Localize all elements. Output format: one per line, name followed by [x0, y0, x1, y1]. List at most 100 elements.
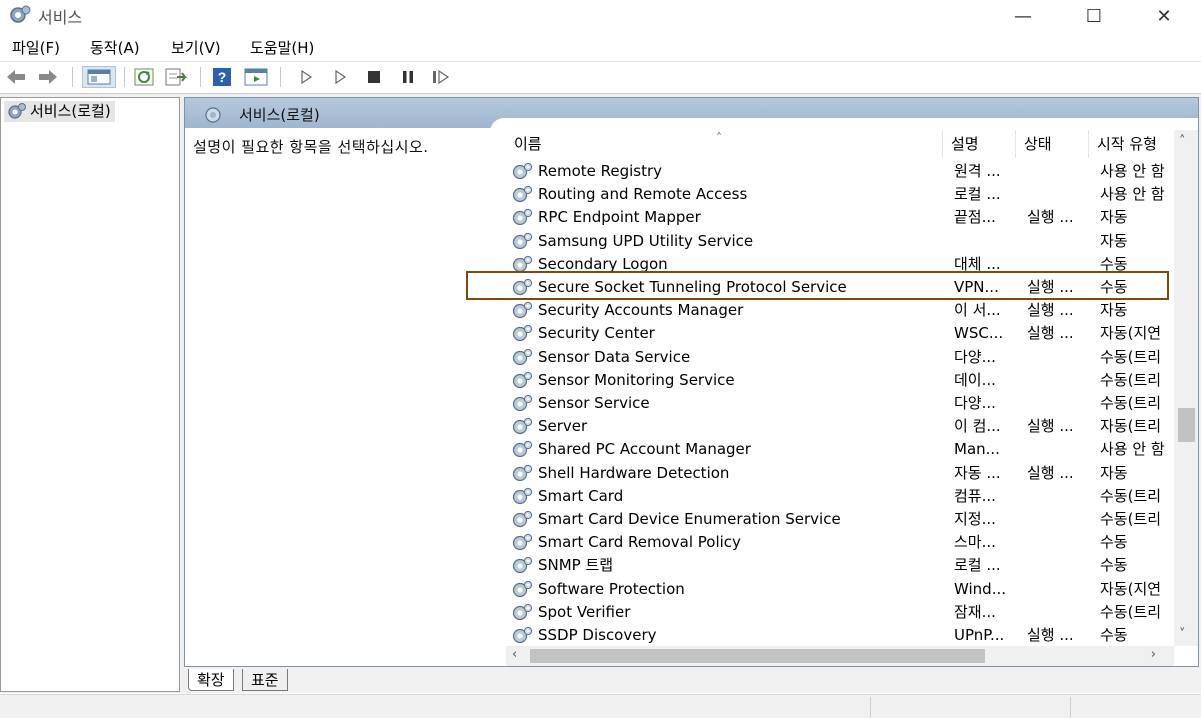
properties-icon[interactable] [244, 66, 268, 88]
service-startup-type: 자동(트리 [1100, 417, 1162, 436]
service-name: Software Protection [538, 579, 685, 598]
restart-service-icon[interactable] [430, 66, 454, 88]
horizontal-scrollbar[interactable]: ‹ › [506, 646, 1174, 666]
column-startup-type[interactable]: 시작 유형 [1089, 130, 1179, 158]
service-startup-type: 수동 [1100, 278, 1128, 296]
table-row[interactable]: Smart Card Removal Policy 스마... 수동 [506, 531, 1174, 554]
minimize-button[interactable]: — [1000, 0, 1046, 32]
close-button[interactable]: ✕ [1141, 0, 1187, 32]
service-description: 잠재... [954, 602, 996, 621]
service-startup-type: 수동 [1100, 556, 1128, 575]
services-gear-icon [8, 4, 32, 30]
scroll-left-icon[interactable]: ‹ [512, 647, 517, 662]
service-gear-icon [510, 463, 534, 485]
service-name: SSDP Discovery [538, 626, 657, 644]
table-row[interactable]: Security Center WSC... 실행 ... 자동(지연 [506, 322, 1174, 345]
service-startup-type: 수동(트리 [1100, 486, 1162, 505]
services-gear-icon [6, 102, 28, 126]
table-row[interactable]: Secondary Logon 대체 ... 수동 [506, 253, 1174, 276]
service-rows: Remote Registry 원격 ... 사용 안 함 Routing and R… [506, 160, 1174, 648]
table-row[interactable]: Routing and Remote Access 로컬 ... 사용 안 함 [506, 183, 1174, 206]
table-row[interactable]: Shell Hardware Detection 자동 ... 실행 ... 자동 [506, 462, 1174, 485]
table-row[interactable]: Spot Verifier 잠재... 수동(트리 [506, 601, 1174, 624]
service-description: 자동 ... [954, 463, 1001, 482]
menu-help[interactable]: 도움말(H) [250, 37, 314, 58]
close-icon: ✕ [1156, 5, 1172, 27]
table-row[interactable]: Server 이 컴... 실행 ... 자동(트리 [506, 415, 1174, 438]
service-name: Remote Registry [538, 162, 663, 180]
panel-header-label: 서비스(로컬) [239, 106, 320, 124]
horizontal-scroll-thumb[interactable] [530, 649, 985, 663]
service-startup-type: 자동(지연 [1100, 324, 1162, 343]
service-startup-type: 자동 [1100, 231, 1128, 250]
service-name: Smart Card [538, 486, 624, 505]
service-description: 로컬 ... [954, 556, 1001, 575]
service-startup-type: 사용 안 함 [1100, 162, 1165, 180]
table-row[interactable]: Sensor Monitoring Service 데이... 수동(트리 [506, 369, 1174, 392]
table-row[interactable]: Sensor Data Service 다양... 수동(트리 [506, 346, 1174, 369]
service-startup-type: 수동(트리 [1100, 510, 1162, 528]
tree-item-services-local[interactable]: 서비스(로컬) [4, 101, 115, 122]
table-row[interactable]: Samsung UPD Utility Service 자동 [506, 230, 1174, 253]
tree-item-label: 서비스(로컬) [30, 102, 111, 120]
service-gear-icon [510, 231, 534, 253]
back-arrow-icon[interactable] [4, 66, 28, 88]
service-name: Secure Socket Tunneling Protocol Service [538, 278, 847, 296]
maximize-button[interactable]: ☐ [1071, 0, 1117, 32]
window-title: 서비스 [38, 8, 83, 27]
service-startup-type: 사용 안 함 [1100, 440, 1165, 459]
table-row[interactable]: Smart Card 컴퓨... 수동(트리 [506, 485, 1174, 508]
tab-extended[interactable]: 확장 [188, 669, 234, 691]
table-row[interactable]: Sensor Service 다양... 수동(트리 [506, 392, 1174, 415]
service-gear-icon [510, 161, 534, 183]
view-tabs: 확장 표준 [184, 667, 484, 693]
service-status: 실행 ... [1027, 324, 1074, 343]
service-description: Man... [954, 440, 1000, 459]
menu-view[interactable]: 보기(V) [171, 37, 221, 58]
refresh-icon[interactable] [132, 66, 156, 88]
toolbar: ? [0, 61, 1201, 92]
column-status[interactable]: 상태 [1016, 130, 1089, 158]
service-startup-type: 수동(트리 [1100, 370, 1162, 389]
menu-action[interactable]: 동작(A) [90, 37, 140, 58]
tab-standard[interactable]: 표준 [242, 669, 288, 691]
table-row[interactable]: Shared PC Account Manager Man... 사용 안 함 [506, 438, 1174, 461]
forward-arrow-icon[interactable] [36, 66, 60, 88]
service-name: Security Accounts Manager [538, 301, 744, 320]
column-description[interactable]: 설명 [943, 130, 1016, 158]
start-service-icon[interactable] [294, 66, 318, 88]
table-row[interactable]: Smart Card Device Enumeration Service 지정.… [506, 508, 1174, 531]
table-row[interactable]: Software Protection Wind... 자동(지연 [506, 578, 1174, 601]
table-row[interactable]: RPC Endpoint Mapper 끝점... 실행 ... 자동 [506, 206, 1174, 229]
service-name: Shell Hardware Detection [538, 463, 730, 482]
vertical-scrollbar[interactable]: ˄ ˅ [1174, 130, 1198, 646]
menu-file[interactable]: 파일(F) [12, 37, 60, 58]
svg-text:?: ? [218, 69, 227, 85]
scroll-right-icon[interactable]: › [1151, 647, 1156, 662]
service-description: 다양... [954, 347, 996, 366]
title-bar: 서비스 — ☐ ✕ [0, 0, 1201, 32]
export-list-icon[interactable] [164, 66, 188, 88]
service-description: 지정... [954, 510, 996, 528]
column-name[interactable]: 이름 ˄ [506, 130, 943, 158]
scroll-up-icon[interactable]: ˄ [1179, 134, 1186, 149]
table-row[interactable]: Security Accounts Manager 이 서... 실행 ... 자동 [506, 299, 1174, 322]
service-status: 실행 ... [1027, 208, 1074, 227]
service-gear-icon [510, 625, 534, 647]
service-gear-icon [510, 602, 534, 624]
help-icon[interactable]: ? [210, 66, 234, 88]
service-name: Smart Card Removal Policy [538, 533, 741, 552]
scroll-down-icon[interactable]: ˅ [1179, 627, 1186, 642]
table-row[interactable]: SSDP Discovery UPnP... 실행 ... 수동 [506, 624, 1174, 647]
table-row[interactable]: Remote Registry 원격 ... 사용 안 함 [506, 160, 1174, 183]
service-description: 이 컴... [954, 417, 1001, 436]
service-name: Sensor Service [538, 394, 650, 412]
stop-service-icon[interactable] [362, 66, 386, 88]
start-service-alt-icon[interactable] [328, 66, 352, 88]
table-row[interactable]: Secure Socket Tunneling Protocol Service… [506, 276, 1174, 299]
table-row[interactable]: SNMP 트랩 로컬 ... 수동 [506, 554, 1174, 577]
show-hide-console-tree-icon[interactable] [82, 66, 116, 88]
vertical-scroll-thumb[interactable] [1178, 408, 1195, 442]
service-status: 실행 ... [1027, 626, 1074, 644]
pause-service-icon[interactable] [396, 66, 420, 88]
